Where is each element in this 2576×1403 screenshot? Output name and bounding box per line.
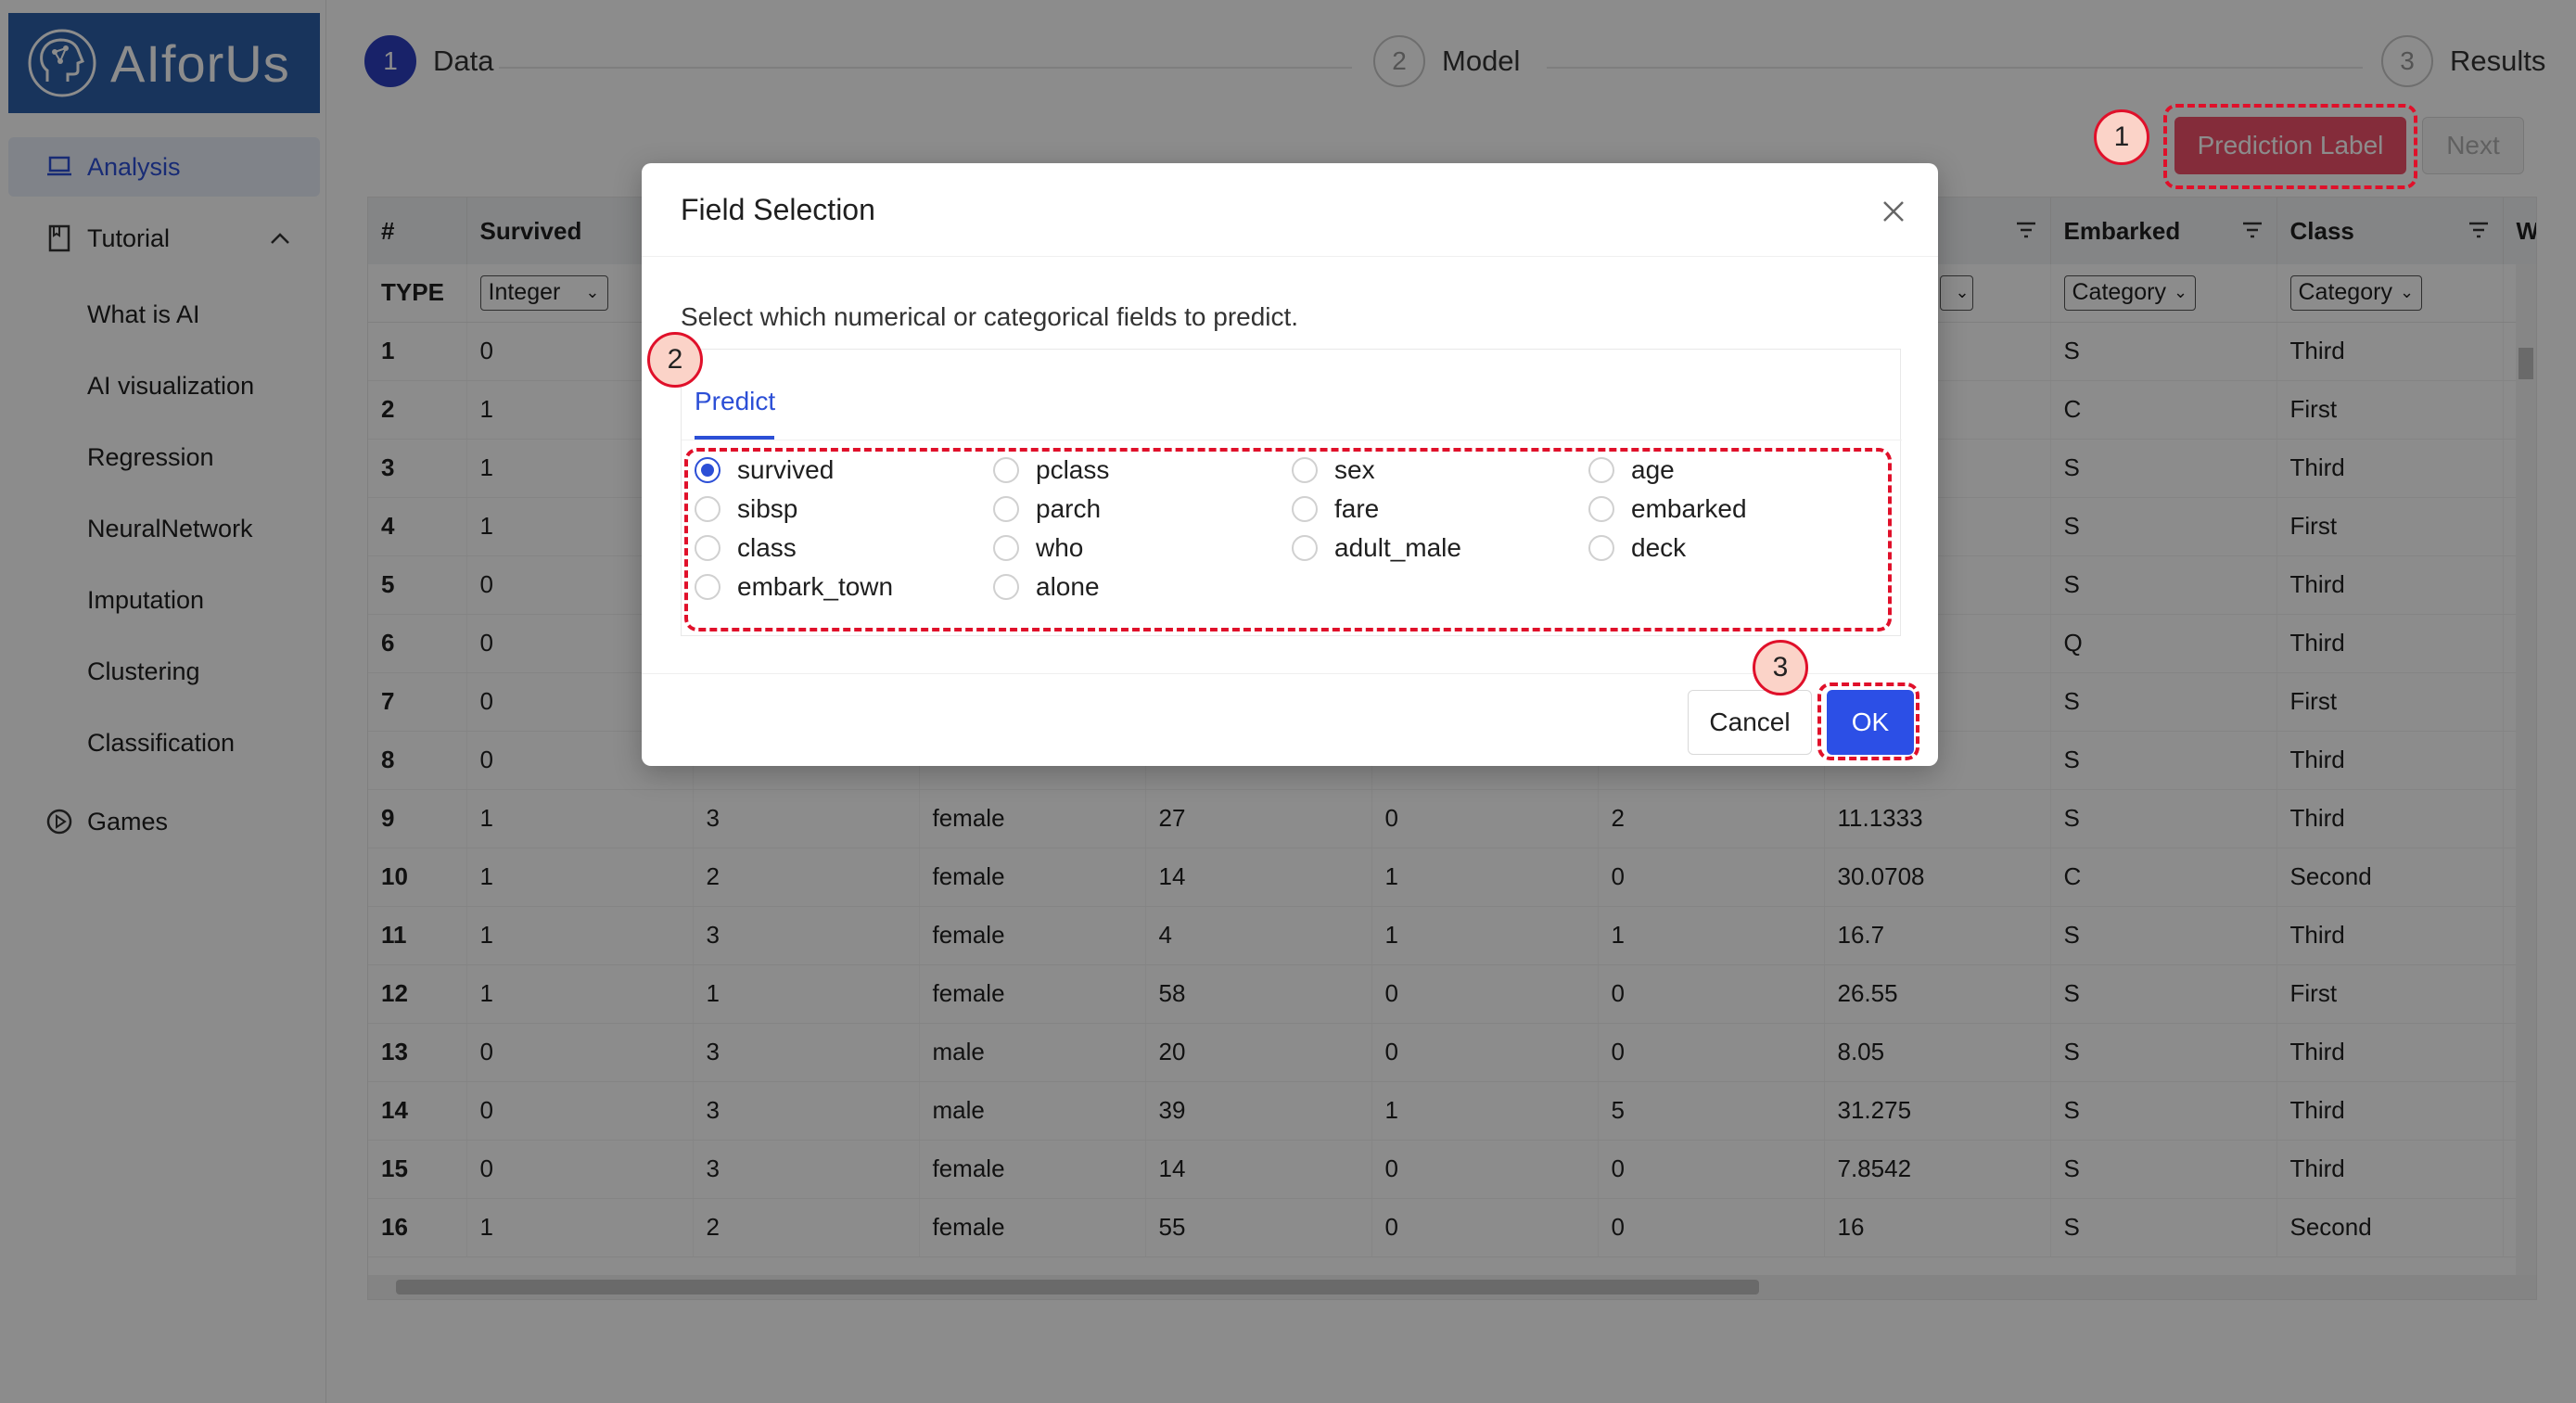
annotation-highlight-ok (1817, 682, 1919, 760)
annotation-highlight-prediction-label (2163, 104, 2417, 189)
dialog-description: Select which numerical or categorical fi… (681, 302, 1299, 331)
annotation-badge-2: 2 (647, 332, 703, 388)
close-icon[interactable] (1879, 197, 1908, 226)
tab-predict[interactable]: Predict (695, 387, 775, 416)
annotation-badge-1: 1 (2094, 109, 2149, 165)
divider (642, 256, 1938, 257)
dialog-title: Field Selection (681, 193, 875, 226)
annotation-badge-3: 3 (1753, 640, 1808, 695)
annotation-highlight-fields (684, 448, 1892, 631)
cancel-button[interactable]: Cancel (1688, 690, 1812, 755)
divider (642, 673, 1938, 674)
